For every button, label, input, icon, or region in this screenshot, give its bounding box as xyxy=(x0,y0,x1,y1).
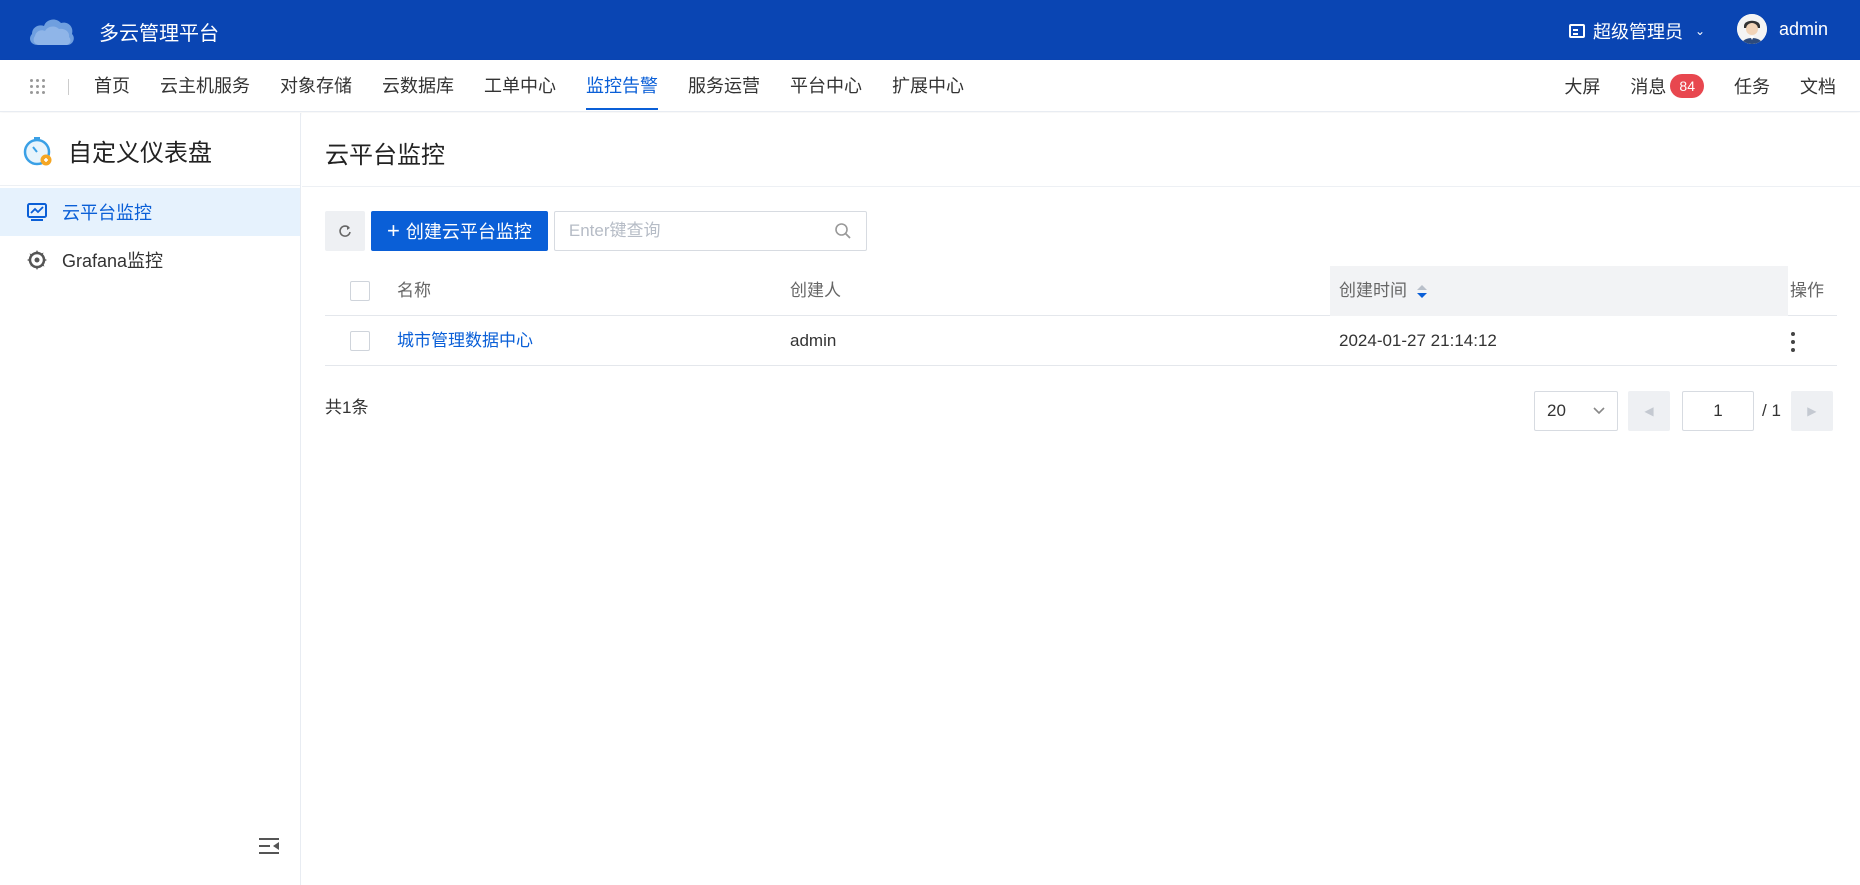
nav-item-ticket-center[interactable]: 工单中心 xyxy=(484,60,556,112)
messages-link[interactable]: 消息 84 xyxy=(1630,73,1704,99)
row-creator: admin xyxy=(790,331,837,350)
title-divider xyxy=(302,186,1860,187)
select-all-checkbox[interactable] xyxy=(350,281,370,301)
id-card-icon xyxy=(1569,24,1585,38)
page-title: 云平台监控 xyxy=(325,142,445,169)
search-icon[interactable] xyxy=(834,222,852,240)
column-header-created-time-label: 创建时间 xyxy=(1339,281,1407,300)
chevron-right-icon: ▶ xyxy=(1807,404,1817,418)
username: admin xyxy=(1779,18,1829,39)
nav-item-service-ops[interactable]: 服务运营 xyxy=(688,60,760,112)
chevron-left-icon: ◀ xyxy=(1644,404,1654,418)
top-header: 多云管理平台 超级管理员 ⌄ admin xyxy=(0,0,1860,60)
app-title: 多云管理平台 xyxy=(99,23,219,45)
table-row: 城市管理数据中心 admin 2024-01-27 21:14:12 xyxy=(325,316,1837,366)
page-size-value: 20 xyxy=(1547,401,1566,420)
monitor-chart-icon xyxy=(27,203,47,221)
chevron-down-icon: ⌄ xyxy=(1695,24,1706,38)
page-size-select[interactable]: 20 xyxy=(1534,391,1618,431)
sidebar-divider xyxy=(0,185,300,186)
dashboard-gauge-icon xyxy=(23,136,52,165)
grafana-icon xyxy=(27,250,47,270)
sidebar-item-grafana[interactable]: Grafana监控 xyxy=(0,236,300,284)
avatar[interactable] xyxy=(1737,14,1767,44)
big-screen-link[interactable]: 大屏 xyxy=(1564,73,1600,99)
refresh-icon xyxy=(339,225,351,237)
column-header-name: 名称 xyxy=(397,281,431,300)
nav-item-monitoring-alerts[interactable]: 监控告警 xyxy=(586,60,658,112)
monitor-table: 名称 创建人 创建时间 操作 城市管理数据中心 admin 2024-01-27… xyxy=(325,266,1837,366)
column-header-creator: 创建人 xyxy=(790,281,841,300)
search-input[interactable] xyxy=(568,221,829,241)
messages-label: 消息 xyxy=(1630,77,1667,97)
sidebar-item-label: 云平台监控 xyxy=(62,203,152,223)
row-created-time: 2024-01-27 21:14:12 xyxy=(1339,331,1497,350)
row-name-link[interactable]: 城市管理数据中心 xyxy=(397,316,533,366)
chevron-down-icon xyxy=(1593,407,1605,415)
nav-item-cloud-host[interactable]: 云主机服务 xyxy=(160,60,250,112)
sidebar-title-text: 自定义仪表盘 xyxy=(68,140,212,167)
refresh-button[interactable] xyxy=(325,211,365,251)
row-checkbox[interactable] xyxy=(350,331,370,351)
column-header-actions: 操作 xyxy=(1790,281,1824,300)
pagination: 20 ◀ / 1 ▶ xyxy=(1534,391,1833,431)
nav-item-home[interactable]: 首页 xyxy=(94,60,130,112)
docs-link[interactable]: 文档 xyxy=(1800,73,1836,99)
nav-item-platform-center[interactable]: 平台中心 xyxy=(790,60,862,112)
next-page-button[interactable]: ▶ xyxy=(1790,391,1833,431)
app-grid-icon[interactable] xyxy=(30,79,45,94)
page-number-input[interactable] xyxy=(1682,391,1754,431)
table-header: 名称 创建人 创建时间 操作 xyxy=(325,266,1837,316)
more-actions-icon[interactable] xyxy=(1790,332,1796,352)
nav-item-object-storage[interactable]: 对象存储 xyxy=(280,60,352,112)
nav-item-extension-center[interactable]: 扩展中心 xyxy=(892,60,964,112)
total-count: 共1条 xyxy=(325,398,369,417)
sidebar-title: 自定义仪表盘 xyxy=(22,133,212,168)
total-pages: / 1 xyxy=(1762,401,1781,420)
toolbar: + 创建云平台监控 xyxy=(325,211,867,251)
main-nav: 首页 云主机服务 对象存储 云数据库 工单中心 监控告警 服务运营 平台中心 扩… xyxy=(0,60,1860,112)
tasks-link[interactable]: 任务 xyxy=(1734,73,1770,99)
role-switcher[interactable]: 超级管理员 ⌄ xyxy=(1569,18,1705,44)
sort-icon[interactable] xyxy=(1417,284,1427,300)
nav-item-cloud-database[interactable]: 云数据库 xyxy=(382,60,454,112)
cloud-logo-icon[interactable] xyxy=(26,14,76,48)
main-content: 云平台监控 + 创建云平台监控 名称 创建人 创建时间 xyxy=(302,113,1860,885)
create-monitor-button[interactable]: + 创建云平台监控 xyxy=(371,211,548,251)
user-menu[interactable]: admin xyxy=(1737,14,1828,44)
sidebar-item-cloud-monitoring[interactable]: 云平台监控 xyxy=(0,188,300,236)
role-label: 超级管理员 xyxy=(1593,22,1683,42)
collapse-sidebar-icon[interactable] xyxy=(258,837,280,855)
create-button-label: 创建云平台监控 xyxy=(405,222,532,242)
nav-divider xyxy=(68,79,69,95)
search-box xyxy=(553,211,867,251)
sidebar-item-label: Grafana监控 xyxy=(62,251,164,271)
sidebar: 自定义仪表盘 云平台监控 Grafana监控 xyxy=(0,113,301,885)
column-header-created-time[interactable]: 创建时间 xyxy=(1339,266,1427,316)
prev-page-button[interactable]: ◀ xyxy=(1628,391,1670,431)
plus-icon: + xyxy=(387,218,400,243)
message-count-badge: 84 xyxy=(1670,74,1704,98)
